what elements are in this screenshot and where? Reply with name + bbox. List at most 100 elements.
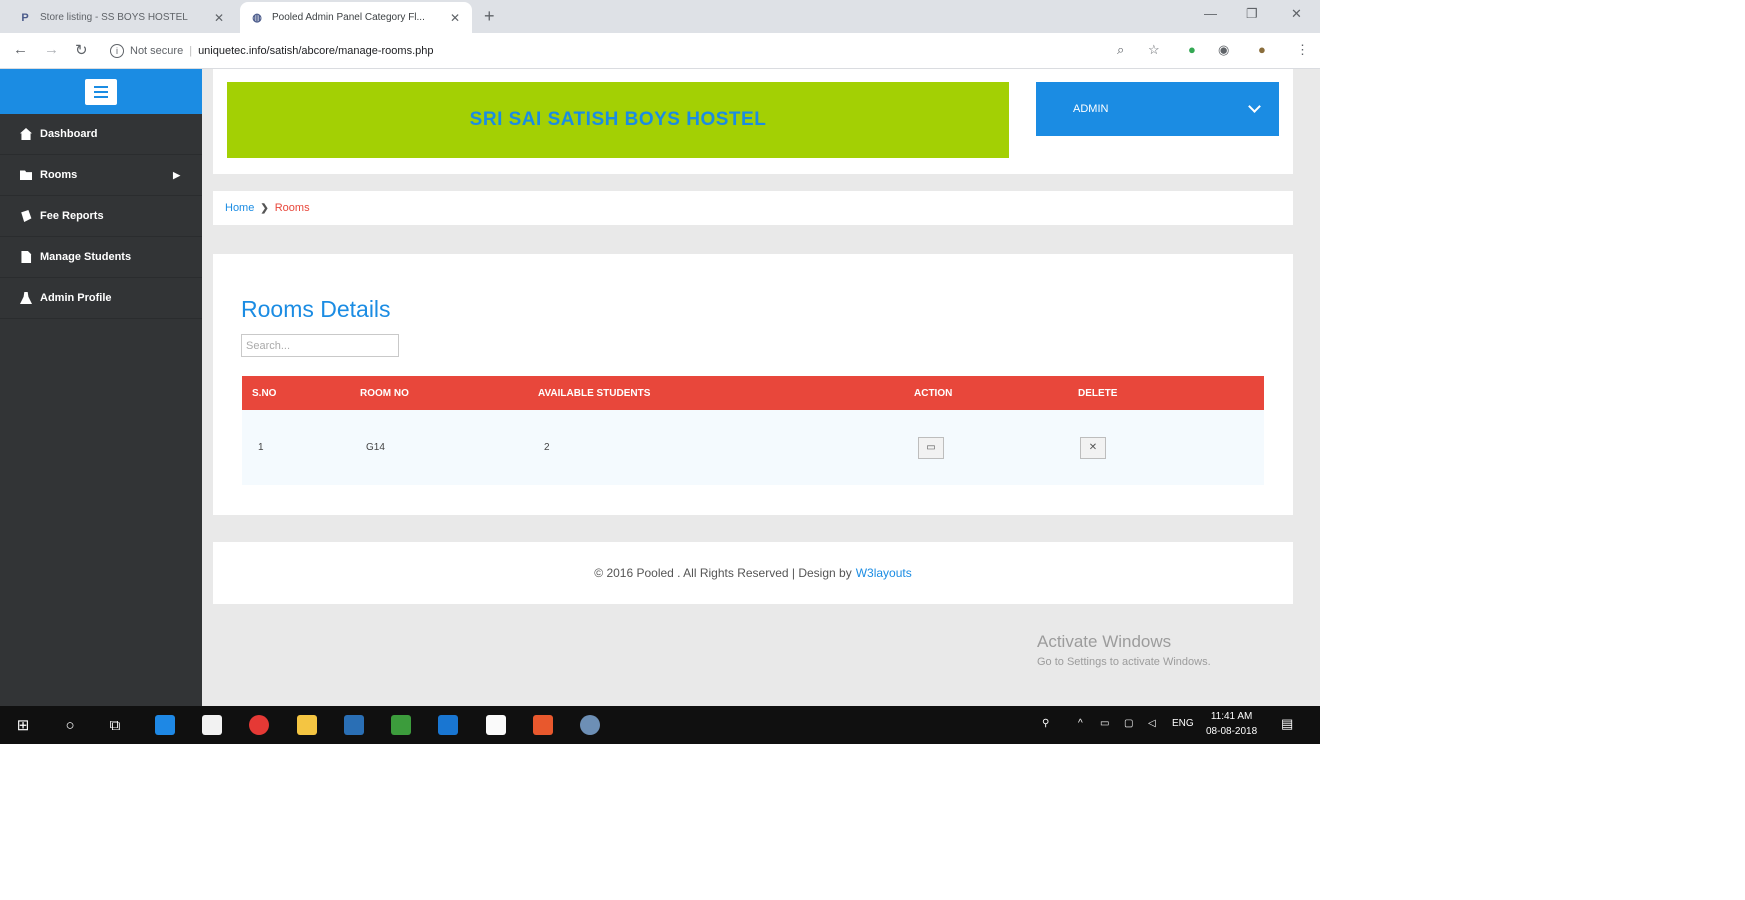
chevron-down-icon [1248, 100, 1261, 113]
windows-start-icon[interactable]: ⊞ [12, 715, 34, 735]
watermark-title: Activate Windows [1037, 632, 1172, 651]
globe-icon: ◍ [252, 12, 262, 24]
sidebar-item-label: Dashboard [40, 128, 98, 140]
hostel-banner: SRI SAI SATISH BOYS HOSTEL [227, 82, 1009, 158]
sidebar-item-admin-profile[interactable]: Admin Profile [0, 278, 202, 319]
chrome-icon[interactable] [249, 715, 269, 735]
breadcrumb-current: Rooms [274, 202, 310, 214]
taskbar: ⊞ ○ ⧉ ⚲ ^ ▭ ▢ ◁ ENG 11:41 AM 08-08-2018 … [0, 706, 1320, 744]
column-header-delete: DELETE [1078, 387, 1118, 399]
network-icon[interactable]: ▢ [1124, 718, 1133, 729]
people-icon[interactable]: ⚲ [1042, 718, 1049, 729]
footer-text: © 2016 Pooled . All Rights Reserved | De… [594, 566, 852, 580]
activate-windows-watermark: Activate Windows Go to Settings to activ… [1037, 632, 1211, 668]
column-header-available-students: AVAILABLE STUDENTS [538, 387, 651, 399]
security-label: Not secure [130, 45, 184, 57]
user-icon [20, 292, 32, 304]
sidebar: Dashboard Rooms ▶ Fee Reports Manage Stu… [0, 69, 202, 706]
browser-toolbar: ← → ↻ i Not secure | uniquetec.info/sati… [0, 33, 1320, 69]
tab-title: Pooled Admin Panel Category Fl... [272, 12, 425, 23]
cell-sno: 1 [258, 442, 264, 453]
powerpoint-icon[interactable] [533, 715, 553, 735]
header-card: SRI SAI SATISH BOYS HOSTEL ADMIN [213, 69, 1293, 174]
edit-button[interactable]: ▭ [918, 436, 944, 459]
profile-avatar-icon[interactable]: ● [1258, 42, 1266, 57]
task-view-icon[interactable]: ⧉ [104, 715, 126, 735]
notepad-icon[interactable] [391, 715, 411, 735]
chrome-menu-icon[interactable]: ⋮ [1296, 42, 1309, 58]
column-header-sno: S.NO [252, 387, 277, 399]
tab-close-icon[interactable]: ✕ [212, 11, 226, 25]
column-header-action: ACTION [914, 387, 953, 399]
hamburger-menu-icon[interactable] [85, 78, 117, 105]
reload-icon[interactable]: ↻ [75, 41, 88, 59]
clock-time: 11:41 AM [1210, 711, 1253, 722]
rooms-panel: Rooms Details S.NO ROOM NO AVAILABLE STU… [213, 254, 1293, 515]
page-title: Rooms Details [241, 296, 391, 322]
column-header-room-no: ROOM NO [360, 387, 409, 399]
cell-room-no: G14 [366, 442, 385, 453]
volume-icon[interactable]: ◁ [1148, 718, 1156, 729]
extension-green-icon[interactable]: ● [1188, 42, 1196, 57]
admin-label: ADMIN [1073, 103, 1109, 115]
screen: P Store listing - SS BOYS HOSTEL ✕ ◍ Poo… [0, 0, 1320, 744]
cell-available-students: 2 [544, 442, 550, 453]
zoom-icon[interactable]: ⌕ [1117, 42, 1124, 58]
breadcrumb-separator-icon: ❯ [260, 202, 269, 214]
admin-dropdown[interactable]: ADMIN [1036, 82, 1279, 136]
minimize-icon[interactable]: — [1204, 6, 1217, 21]
file-icon [21, 251, 32, 263]
new-tab-button[interactable]: + [484, 6, 495, 27]
app-icon[interactable] [580, 715, 600, 735]
battery-icon[interactable]: ▭ [1100, 718, 1109, 729]
language-indicator[interactable]: ENG [1172, 718, 1194, 729]
breadcrumb: Home ❯ Rooms [213, 191, 1293, 225]
footer: © 2016 Pooled . All Rights Reserved | De… [213, 542, 1293, 604]
clock-date: 08-08-2018 [1206, 726, 1258, 737]
footer-design-link[interactable]: W3layouts [856, 566, 912, 580]
sidebar-header [0, 69, 202, 114]
info-icon[interactable]: i [110, 44, 124, 58]
clock[interactable]: 11:41 AM 08-08-2018 [1206, 709, 1257, 739]
cell-delete: ✕ [1068, 410, 1264, 485]
forward-icon[interactable]: → [44, 41, 59, 58]
sidebar-item-label: Manage Students [40, 251, 132, 263]
edit-icon: ▭ [926, 442, 936, 453]
app-icon[interactable] [344, 715, 364, 735]
mail-icon[interactable] [486, 715, 506, 735]
breadcrumb-home-link[interactable]: Home [225, 202, 254, 214]
sidebar-item-manage-students[interactable]: Manage Students [0, 237, 202, 278]
delete-button[interactable]: ✕ [1080, 436, 1106, 459]
table-row: 1 G14 2 ▭ ✕ [242, 410, 1264, 485]
tab-close-icon[interactable]: ✕ [448, 11, 462, 25]
sidebar-item-dashboard[interactable]: Dashboard [0, 114, 202, 155]
tray-expand-icon[interactable]: ^ [1078, 718, 1083, 729]
sidebar-item-label: Admin Profile [40, 292, 112, 304]
bookmark-star-icon[interactable]: ☆ [1148, 42, 1160, 58]
extension-icon[interactable]: ◉ [1218, 42, 1229, 58]
sidebar-item-label: Fee Reports [40, 210, 104, 222]
file-explorer-icon[interactable] [297, 715, 317, 735]
tab-title: Store listing - SS BOYS HOSTEL [40, 12, 188, 23]
address-bar[interactable]: i Not secure | uniquetec.info/satish/abc… [110, 39, 1200, 63]
restore-icon[interactable]: ❐ [1246, 6, 1258, 22]
android-studio-icon[interactable] [438, 715, 458, 735]
back-icon[interactable]: ← [13, 41, 28, 58]
browser-tabstrip: P Store listing - SS BOYS HOSTEL ✕ ◍ Poo… [0, 0, 1320, 33]
store-icon[interactable] [202, 715, 222, 735]
tab-admin-panel[interactable]: ◍ Pooled Admin Panel Category Fl... ✕ [240, 2, 472, 33]
window-close-icon[interactable]: ✕ [1291, 6, 1302, 22]
folder-icon [20, 170, 32, 181]
home-icon [20, 128, 32, 140]
search-input[interactable] [241, 334, 399, 357]
sidebar-item-fee-reports[interactable]: Fee Reports [0, 196, 202, 237]
cell-action: ▭ [904, 410, 1068, 485]
cortana-search-icon[interactable]: ○ [59, 715, 81, 735]
internet-explorer-icon[interactable] [155, 715, 175, 735]
action-center-icon[interactable]: ▤ [1281, 716, 1293, 732]
rooms-table: S.NO ROOM NO AVAILABLE STUDENTS ACTION D… [242, 376, 1264, 485]
url-text[interactable]: uniquetec.info/satish/abcore/manage-room… [198, 45, 433, 57]
tab-store-listing[interactable]: P Store listing - SS BOYS HOSTEL ✕ [8, 2, 236, 33]
watermark-subtitle: Go to Settings to activate Windows. [1037, 656, 1211, 668]
sidebar-item-rooms[interactable]: Rooms ▶ [0, 155, 202, 196]
